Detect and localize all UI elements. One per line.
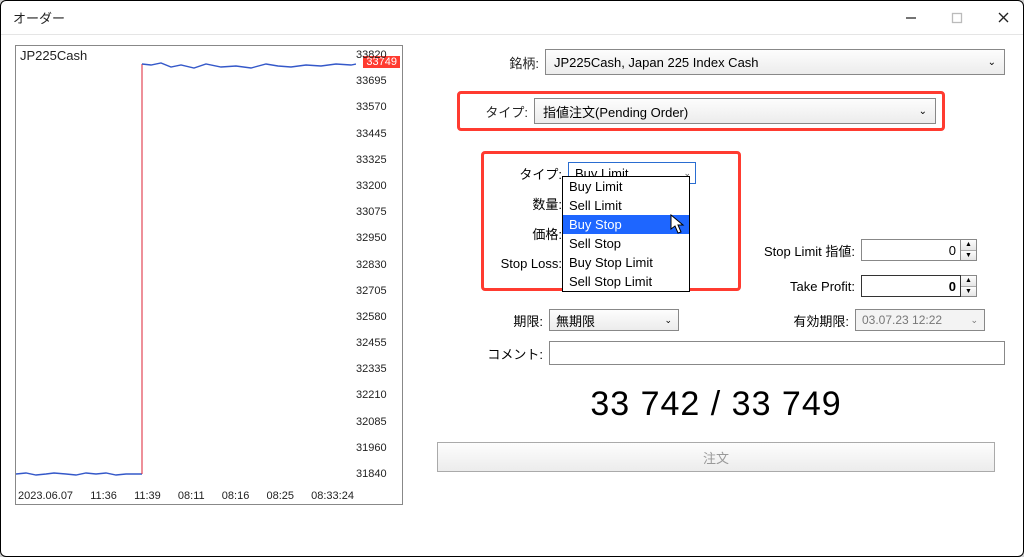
order-type-select[interactable]: 指値注文(Pending Order) ⌄: [534, 98, 936, 124]
place-order-button[interactable]: 注文: [437, 442, 995, 472]
symbol-value: JP225Cash, Japan 225 Index Cash: [554, 55, 759, 70]
chevron-up-icon[interactable]: ▲: [961, 276, 976, 287]
chart-panel: JP225Cash 33749 338203369533570334453332…: [15, 45, 403, 505]
order-window: オーダー JP225Cash 33749 3382033695335703344…: [0, 0, 1024, 557]
y-tick: 32210: [356, 390, 400, 401]
dropdown-option[interactable]: Sell Stop Limit: [563, 272, 689, 291]
dropdown-option[interactable]: Buy Limit: [563, 177, 689, 196]
type-label: タイプ:: [466, 102, 528, 121]
y-tick: 32830: [356, 260, 400, 271]
pending-subform-highlight: タイプ: Buy Limit ⌄ 数量: 価格: Stop Loss: Buy …: [481, 151, 741, 291]
y-tick: 32455: [356, 338, 400, 349]
x-tick: 11:39: [134, 490, 161, 502]
y-tick: 32950: [356, 233, 400, 244]
x-axis: 2023.06.07 11:36 11:39 08:11 08:16 08:25 08:33…: [18, 490, 354, 502]
stoplimit-input[interactable]: 0: [861, 239, 961, 261]
order-type-value: 指値注文(Pending Order): [543, 102, 688, 121]
stoploss-label: Stop Loss:: [490, 256, 562, 271]
minimize-icon[interactable]: [903, 10, 919, 26]
x-tick: 2023.06.07: [18, 490, 73, 502]
stoplimit-label: Stop Limit 指値:: [735, 241, 855, 260]
price-chart: [16, 46, 356, 486]
y-tick: 33075: [356, 207, 400, 218]
chevron-up-icon[interactable]: ▲: [961, 240, 976, 251]
type-highlight: タイプ: 指値注文(Pending Order) ⌄: [457, 91, 945, 131]
titlebar: オーダー: [1, 1, 1023, 35]
maximize-icon[interactable]: [949, 10, 965, 26]
valid-date-field[interactable]: 03.07.23 12:22⌄: [855, 309, 985, 331]
y-tick: 33200: [356, 181, 400, 192]
content: JP225Cash 33749 338203369533570334453332…: [1, 35, 1023, 556]
y-tick: 33445: [356, 129, 400, 140]
comment-label: コメント:: [481, 344, 543, 363]
symbol-select[interactable]: JP225Cash, Japan 225 Index Cash ⌄: [545, 49, 1005, 75]
price-label: 価格:: [490, 224, 562, 243]
y-tick: 32705: [356, 286, 400, 297]
chevron-down-icon: ⌄: [970, 315, 978, 326]
y-tick: 33325: [356, 155, 400, 166]
chevron-down-icon: ⌄: [988, 57, 996, 68]
chevron-down-icon: ⌄: [664, 315, 672, 326]
y-tick: 32335: [356, 364, 400, 375]
y-tick: 33695: [356, 76, 400, 87]
expiry-select[interactable]: 無期限⌄: [549, 309, 679, 331]
x-tick: 08:11: [178, 490, 205, 502]
form-panel: 銘柄: JP225Cash, Japan 225 Index Cash ⌄ タイ…: [417, 45, 1009, 542]
takeprofit-label: Take Profit:: [735, 279, 855, 294]
y-tick: 33820: [356, 50, 400, 61]
close-icon[interactable]: [995, 10, 1011, 26]
window-controls: [903, 10, 1011, 26]
y-tick: 32085: [356, 417, 400, 428]
y-tick: 33570: [356, 102, 400, 113]
dropdown-option[interactable]: Buy Stop Limit: [563, 253, 689, 272]
qty-label: 数量:: [490, 194, 562, 213]
chevron-down-icon[interactable]: ▼: [961, 251, 976, 261]
dropdown-option[interactable]: Sell Stop: [563, 234, 689, 253]
window-title: オーダー: [13, 8, 903, 27]
takeprofit-input[interactable]: 0: [861, 275, 961, 297]
symbol-label: 銘柄:: [477, 53, 539, 72]
y-tick: 31960: [356, 443, 400, 454]
x-tick: 08:33:24: [311, 490, 354, 502]
y-tick: 32580: [356, 312, 400, 323]
expiry-label: 期限:: [481, 311, 543, 330]
bid-ask-display: 33 742 / 33 749: [427, 385, 1005, 424]
x-tick: 08:16: [222, 490, 250, 502]
chevron-down-icon: ⌄: [919, 106, 927, 117]
y-axis: 33820 33695 33570 33445 33325 33200 33075 32950…: [356, 46, 400, 484]
valid-label: 有効期限:: [679, 311, 849, 330]
y-tick: 31840: [356, 469, 400, 480]
comment-input[interactable]: [549, 341, 1005, 365]
takeprofit-spinner[interactable]: ▲▼: [961, 275, 977, 297]
sub-type-label: タイプ:: [490, 164, 562, 183]
x-tick: 11:36: [90, 490, 117, 502]
cursor-icon: [670, 214, 688, 236]
chevron-down-icon[interactable]: ▼: [961, 287, 976, 297]
stoplimit-spinner[interactable]: ▲▼: [961, 239, 977, 261]
x-tick: 08:25: [266, 490, 294, 502]
dropdown-option[interactable]: Sell Limit: [563, 196, 689, 215]
